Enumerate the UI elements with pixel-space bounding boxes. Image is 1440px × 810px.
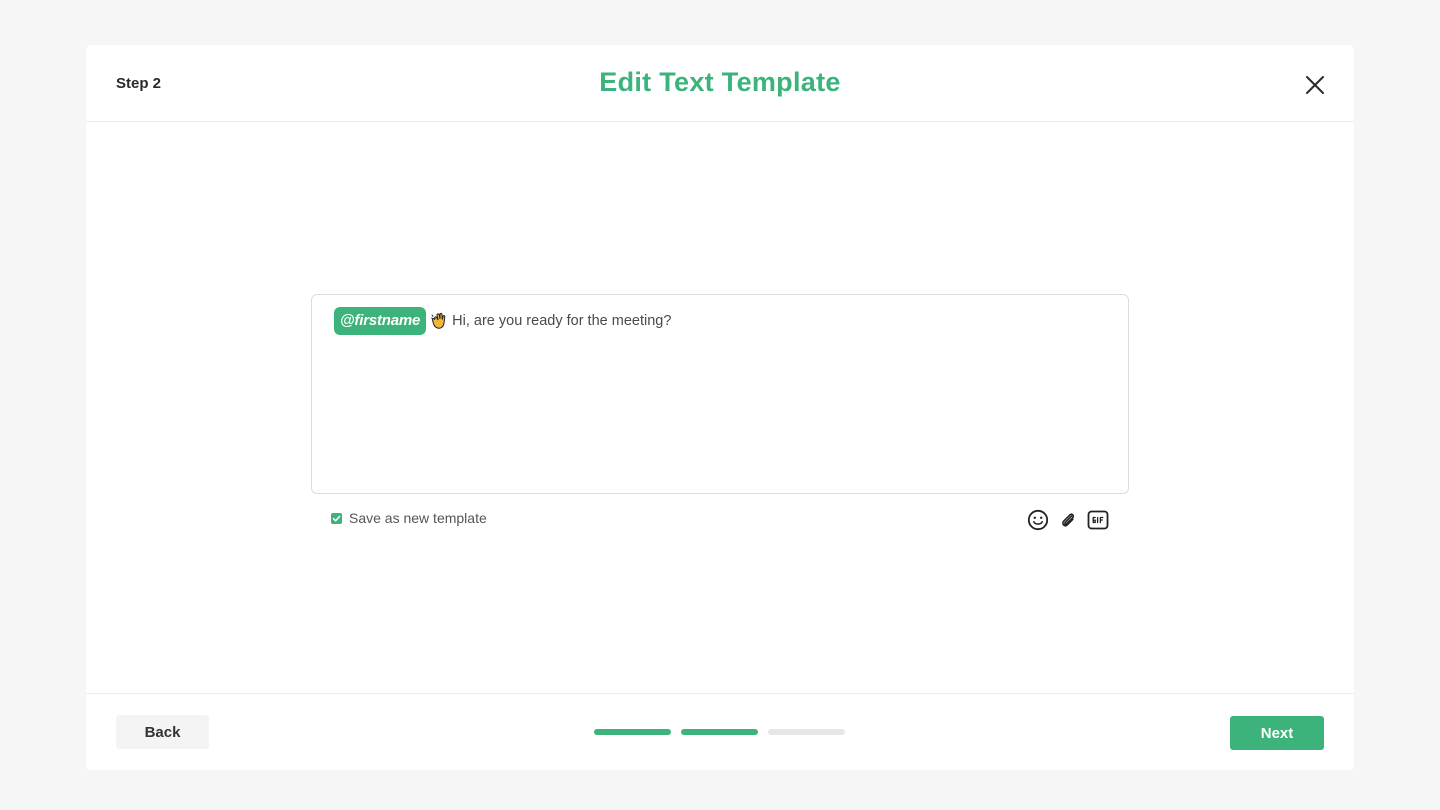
message-editor[interactable]: @firstname Hi, are you ready for the mee… — [311, 294, 1129, 494]
progress-step-2 — [681, 729, 758, 735]
attachment-icon[interactable] — [1059, 510, 1077, 530]
back-button[interactable]: Back — [116, 715, 209, 749]
save-template-label[interactable]: Save as new template — [349, 510, 487, 526]
gif-icon[interactable] — [1087, 510, 1109, 530]
editor-options-row: Save as new template — [331, 508, 1109, 532]
checkmark-icon — [332, 515, 341, 522]
editor-content: @firstname Hi, are you ready for the mee… — [334, 307, 671, 335]
step-progress-indicator — [594, 729, 845, 735]
close-button[interactable] — [1304, 74, 1326, 96]
progress-step-1 — [594, 729, 671, 735]
emoji-icon[interactable] — [1027, 509, 1049, 531]
modal-footer: Back Next — [86, 693, 1354, 770]
edit-template-modal: Step 2 Edit Text Template @firstname Hi,… — [86, 45, 1354, 770]
close-icon — [1306, 76, 1324, 94]
editor-toolbar — [1027, 508, 1109, 532]
modal-title: Edit Text Template — [599, 67, 841, 97]
next-button[interactable]: Next — [1230, 716, 1324, 750]
save-template-checkbox[interactable] — [331, 513, 342, 524]
modal-header: Step 2 Edit Text Template — [86, 45, 1354, 122]
message-text: Hi, are you ready for the meeting? — [452, 313, 672, 329]
firstname-tag-chip[interactable]: @firstname — [334, 307, 427, 335]
progress-step-3 — [768, 729, 845, 735]
waving-hand-emoji-icon — [431, 312, 447, 330]
